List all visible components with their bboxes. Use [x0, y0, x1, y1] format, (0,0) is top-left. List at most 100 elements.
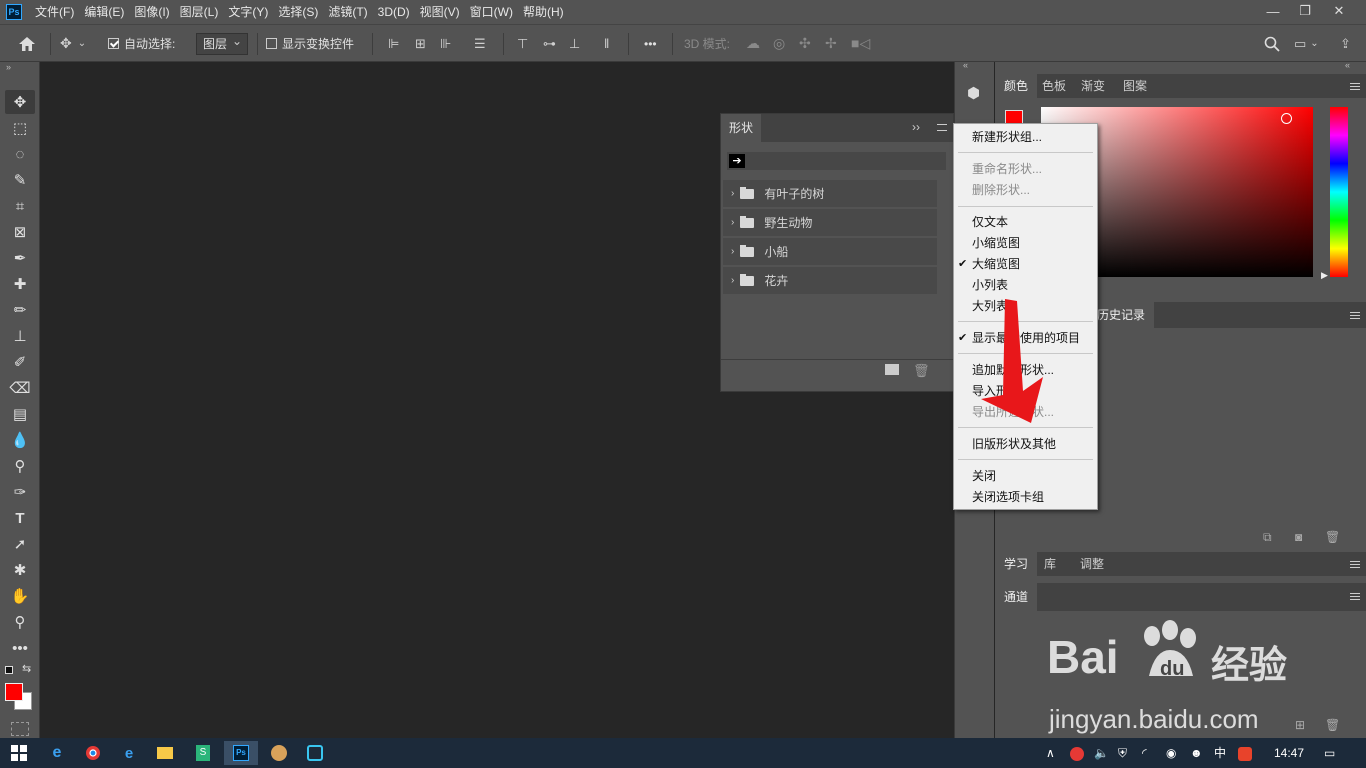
collapse-panel-icon[interactable]: ››	[912, 120, 920, 134]
foreground-color-swatch[interactable]	[5, 683, 23, 701]
collapse-docks-icon[interactable]: «	[1345, 60, 1350, 70]
3d-pan-icon[interactable]: ✣	[799, 25, 811, 62]
notification-icon[interactable]: ▭	[1324, 738, 1335, 768]
shape-group-row[interactable]: › 有叶子的树	[723, 180, 937, 207]
search-icon[interactable]	[1264, 25, 1280, 62]
align-left-icon[interactable]: ⊫	[388, 25, 399, 62]
quick-select-tool-icon[interactable]: ✎	[5, 168, 35, 192]
edge-browser-icon[interactable]: e	[112, 741, 146, 765]
home-icon[interactable]	[18, 25, 36, 62]
3d-scale-icon[interactable]: ■◁	[851, 25, 870, 62]
chrome-icon[interactable]	[76, 741, 110, 765]
menu-type[interactable]: 文字(Y)	[223, 0, 273, 24]
tab-shapes[interactable]: 形状	[721, 114, 762, 142]
align-bottom-icon[interactable]: ⊥	[569, 25, 580, 62]
pen-tool-icon[interactable]: ✑	[5, 480, 35, 504]
checkbox-checked[interactable]	[108, 38, 119, 49]
sogou-ime-icon[interactable]	[1238, 738, 1252, 768]
move-tool-icon[interactable]: ✥	[5, 90, 35, 114]
menu-text-only[interactable]: 仅文本	[972, 212, 1008, 232]
3d-cube-icon[interactable]: ⬢	[967, 84, 980, 102]
trash-icon[interactable]: 🗑	[913, 363, 930, 379]
tab-color[interactable]: 颜色	[995, 74, 1038, 98]
antivirus-icon[interactable]	[1070, 738, 1084, 768]
minimize-button[interactable]: —	[1256, 0, 1290, 22]
eyedropper-tool-icon[interactable]: ✒	[5, 246, 35, 270]
trash-icon[interactable]: 🗑	[1325, 530, 1340, 544]
swap-colors-icon[interactable]: ⇆	[22, 662, 31, 675]
brush-tool-icon[interactable]: ✏	[5, 298, 35, 322]
menu-file[interactable]: 文件(F)	[30, 0, 79, 24]
chevron-right-icon[interactable]: ›	[731, 217, 734, 228]
menu-view[interactable]: 视图(V)	[415, 0, 465, 24]
more-options-icon[interactable]: •••	[644, 25, 657, 62]
panel-menu-icon[interactable]	[1350, 561, 1360, 568]
new-group-folder-icon[interactable]	[885, 364, 899, 375]
menu-filter[interactable]: 滤镜(T)	[323, 0, 372, 24]
eraser-tool-icon[interactable]: ⌫	[5, 376, 35, 400]
windows-start-icon[interactable]	[2, 741, 36, 765]
path-select-tool-icon[interactable]: ➚	[5, 532, 35, 556]
snapshot-camera-icon[interactable]: ◙	[1295, 530, 1302, 544]
align-vcenter-icon[interactable]: ⊶	[543, 25, 556, 62]
tab-learn[interactable]: 学习	[995, 552, 1038, 576]
network-icon[interactable]: ◜	[1142, 738, 1147, 768]
history-brush-tool-icon[interactable]: ✐	[5, 350, 35, 374]
type-tool-icon[interactable]: T	[5, 506, 35, 530]
shape-group-row[interactable]: › 花卉	[723, 267, 937, 294]
restore-button[interactable]: ❐	[1288, 0, 1322, 22]
menu-small-thumbnail[interactable]: 小缩览图	[972, 233, 1020, 253]
app-icon[interactable]	[298, 741, 332, 765]
tab-swatches[interactable]: 色板	[1033, 74, 1075, 98]
collapse-toolbar-icon[interactable]: »	[6, 62, 11, 72]
wps-icon[interactable]: S	[186, 741, 220, 765]
chevron-up-icon[interactable]: ∧	[1046, 738, 1055, 768]
color-picker-cursor[interactable]	[1281, 113, 1292, 124]
custom-shape-tool-icon[interactable]: ✱	[5, 558, 35, 582]
healing-brush-tool-icon[interactable]: ✚	[5, 272, 35, 296]
ime-indicator[interactable]: 中	[1214, 738, 1226, 768]
expand-icon[interactable]: «	[963, 60, 968, 70]
menu-edit[interactable]: 编辑(E)	[79, 0, 129, 24]
menu-legacy-shapes[interactable]: 旧版形状及其他	[972, 434, 1056, 454]
zoom-tool-icon[interactable]: ⚲	[5, 610, 35, 634]
menu-close[interactable]: 关闭	[972, 466, 996, 486]
chevron-right-icon[interactable]: ›	[731, 275, 734, 286]
quick-mask-icon[interactable]	[11, 722, 29, 736]
menu-close-tab-group[interactable]: 关闭选项卡组	[972, 487, 1044, 507]
tab-adjustments[interactable]: 调整	[1071, 552, 1113, 576]
hue-slider-handle[interactable]: ▶	[1321, 270, 1328, 281]
chevron-right-icon[interactable]: ›	[731, 246, 734, 257]
auto-select-dropdown[interactable]: 图层	[196, 25, 249, 62]
shape-group-row[interactable]: › 野生动物	[723, 209, 937, 236]
marquee-tool-icon[interactable]: ⬚	[5, 116, 35, 140]
menu-image[interactable]: 图像(I)	[129, 0, 174, 24]
tab-libraries[interactable]: 库	[1035, 552, 1065, 576]
ie-browser-icon[interactable]: e	[40, 741, 74, 765]
panel-menu-icon[interactable]	[1350, 593, 1360, 600]
panel-menu-icon[interactable]	[1350, 312, 1360, 319]
file-explorer-icon[interactable]	[148, 741, 182, 765]
move-tool-icon[interactable]: ✥ ⌄	[60, 25, 86, 62]
clone-stamp-tool-icon[interactable]: ⊥	[5, 324, 35, 348]
tab-patterns[interactable]: 图案	[1114, 74, 1156, 98]
hand-tool-icon[interactable]: ✋	[5, 584, 35, 608]
clock[interactable]: 14:47	[1274, 738, 1304, 768]
align-top-icon[interactable]: ⊤	[517, 25, 528, 62]
tab-gradients[interactable]: 渐变	[1072, 74, 1114, 98]
blur-tool-icon[interactable]: 💧	[5, 428, 35, 452]
share-icon[interactable]: ⇪	[1340, 25, 1351, 62]
menu-window[interactable]: 窗口(W)	[465, 0, 518, 24]
frame-tool-icon[interactable]: ⊠	[5, 220, 35, 244]
auto-select-checkbox[interactable]: 自动选择:	[108, 25, 175, 62]
shield-icon[interactable]: ⛨	[1118, 738, 1127, 768]
new-doc-from-state-icon[interactable]: ⧉	[1263, 530, 1272, 545]
lasso-tool-icon[interactable]: ◌	[5, 142, 35, 166]
workspace-icon[interactable]: ▭ ⌄	[1294, 25, 1319, 62]
photoshop-taskbar-icon[interactable]: Ps	[224, 741, 258, 765]
show-transform-checkbox[interactable]: 显示变换控件	[266, 25, 354, 62]
chevron-right-icon[interactable]: ›	[731, 188, 734, 199]
edit-toolbar-icon[interactable]: •••	[5, 636, 35, 660]
gradient-tool-icon[interactable]: ▤	[5, 402, 35, 426]
hue-slider[interactable]	[1330, 107, 1348, 277]
